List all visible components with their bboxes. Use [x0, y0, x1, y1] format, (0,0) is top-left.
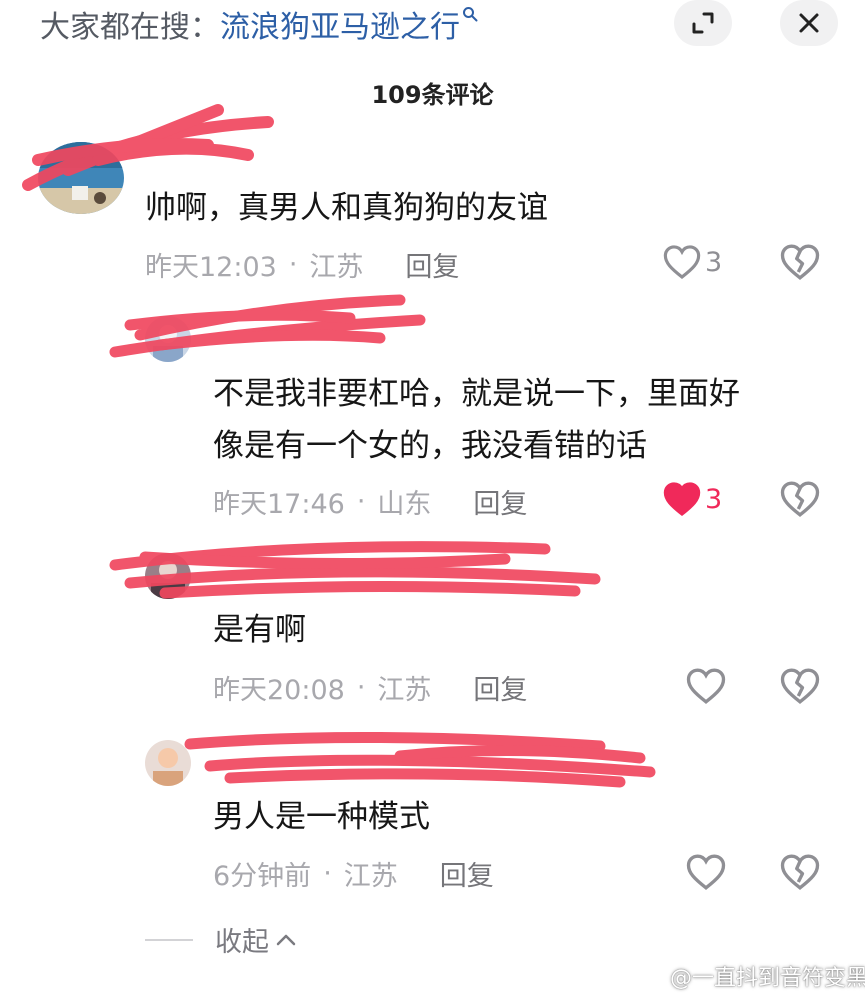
comment-meta: 6分钟前 · 江苏 回复	[213, 854, 494, 893]
search-suggestion-prefix: 大家都在搜：	[40, 10, 220, 45]
search-suggestion-term[interactable]: 流浪狗亚马逊之行	[220, 2, 460, 46]
watermark-text: @一直抖到音符变黑	[670, 966, 865, 991]
reply-button[interactable]: 回复	[405, 245, 459, 284]
close-icon	[799, 13, 819, 33]
meta-separator: ·	[323, 858, 332, 889]
like-count: 3	[705, 483, 723, 515]
comment-meta: 昨天17:46 · 山东 回复	[213, 482, 527, 521]
redaction-scribble	[184, 731, 656, 788]
like-button[interactable]: 3	[663, 481, 722, 517]
comment-time: 昨天17:46	[213, 489, 345, 520]
collapse-label: 收起	[215, 927, 269, 958]
redaction-scribble	[109, 541, 601, 599]
comment-time: 昨天20:08	[213, 675, 345, 706]
meta-separator: ·	[288, 249, 298, 280]
comment-text-line-2: 像是有一个女的，我没看错的话	[213, 428, 647, 464]
reply-button[interactable]: 回复	[440, 854, 494, 893]
comment-text: 是有啊	[213, 612, 306, 648]
comment-meta: 昨天12:03 · 江苏 回复	[145, 245, 459, 284]
comment-time: 6分钟前	[213, 861, 312, 892]
expand-icon	[692, 12, 714, 34]
comment-location: 江苏	[377, 675, 432, 706]
broken-heart-icon[interactable]	[780, 853, 820, 891]
redaction-scribble	[109, 294, 426, 358]
comment-text-line-1: 不是我非要杠哈，就是说一下，里面好	[213, 376, 740, 412]
heart-icon[interactable]	[686, 853, 726, 891]
collapse-replies-button[interactable]: 收起	[145, 920, 297, 959]
close-button[interactable]	[780, 0, 838, 46]
comment-text: 帅啊，真男人和真狗狗的友谊	[145, 190, 548, 226]
meta-separator: ·	[356, 672, 366, 703]
comment-time: 昨天12:03	[145, 252, 277, 283]
comment-location: 江苏	[309, 252, 364, 283]
search-suggestion[interactable]: 大家都在搜： 流浪狗亚马逊之行	[40, 2, 478, 46]
heart-filled-icon	[663, 482, 701, 517]
weibo-logo-icon	[645, 967, 668, 986]
comment-location: 江苏	[343, 861, 398, 892]
search-icon[interactable]	[462, 6, 478, 22]
watermark: @一直抖到音符变黑	[644, 960, 865, 992]
heart-icon[interactable]	[686, 667, 726, 705]
broken-heart-icon[interactable]	[780, 243, 820, 281]
reply-button[interactable]: 回复	[473, 668, 527, 707]
reply-button[interactable]: 回复	[473, 482, 527, 521]
comment-location: 山东	[377, 489, 432, 520]
broken-heart-icon[interactable]	[780, 480, 820, 518]
comment-text: 男人是一种模式	[213, 799, 430, 835]
meta-separator: ·	[356, 486, 366, 517]
divider	[145, 938, 193, 941]
like-button[interactable]: 3	[663, 244, 722, 280]
chevron-up-icon	[276, 934, 296, 945]
like-count: 3	[705, 246, 723, 278]
broken-heart-icon[interactable]	[780, 667, 820, 705]
heart-icon	[663, 245, 701, 280]
expand-button[interactable]	[674, 0, 732, 46]
comment-meta: 昨天20:08 · 江苏 回复	[213, 668, 527, 707]
